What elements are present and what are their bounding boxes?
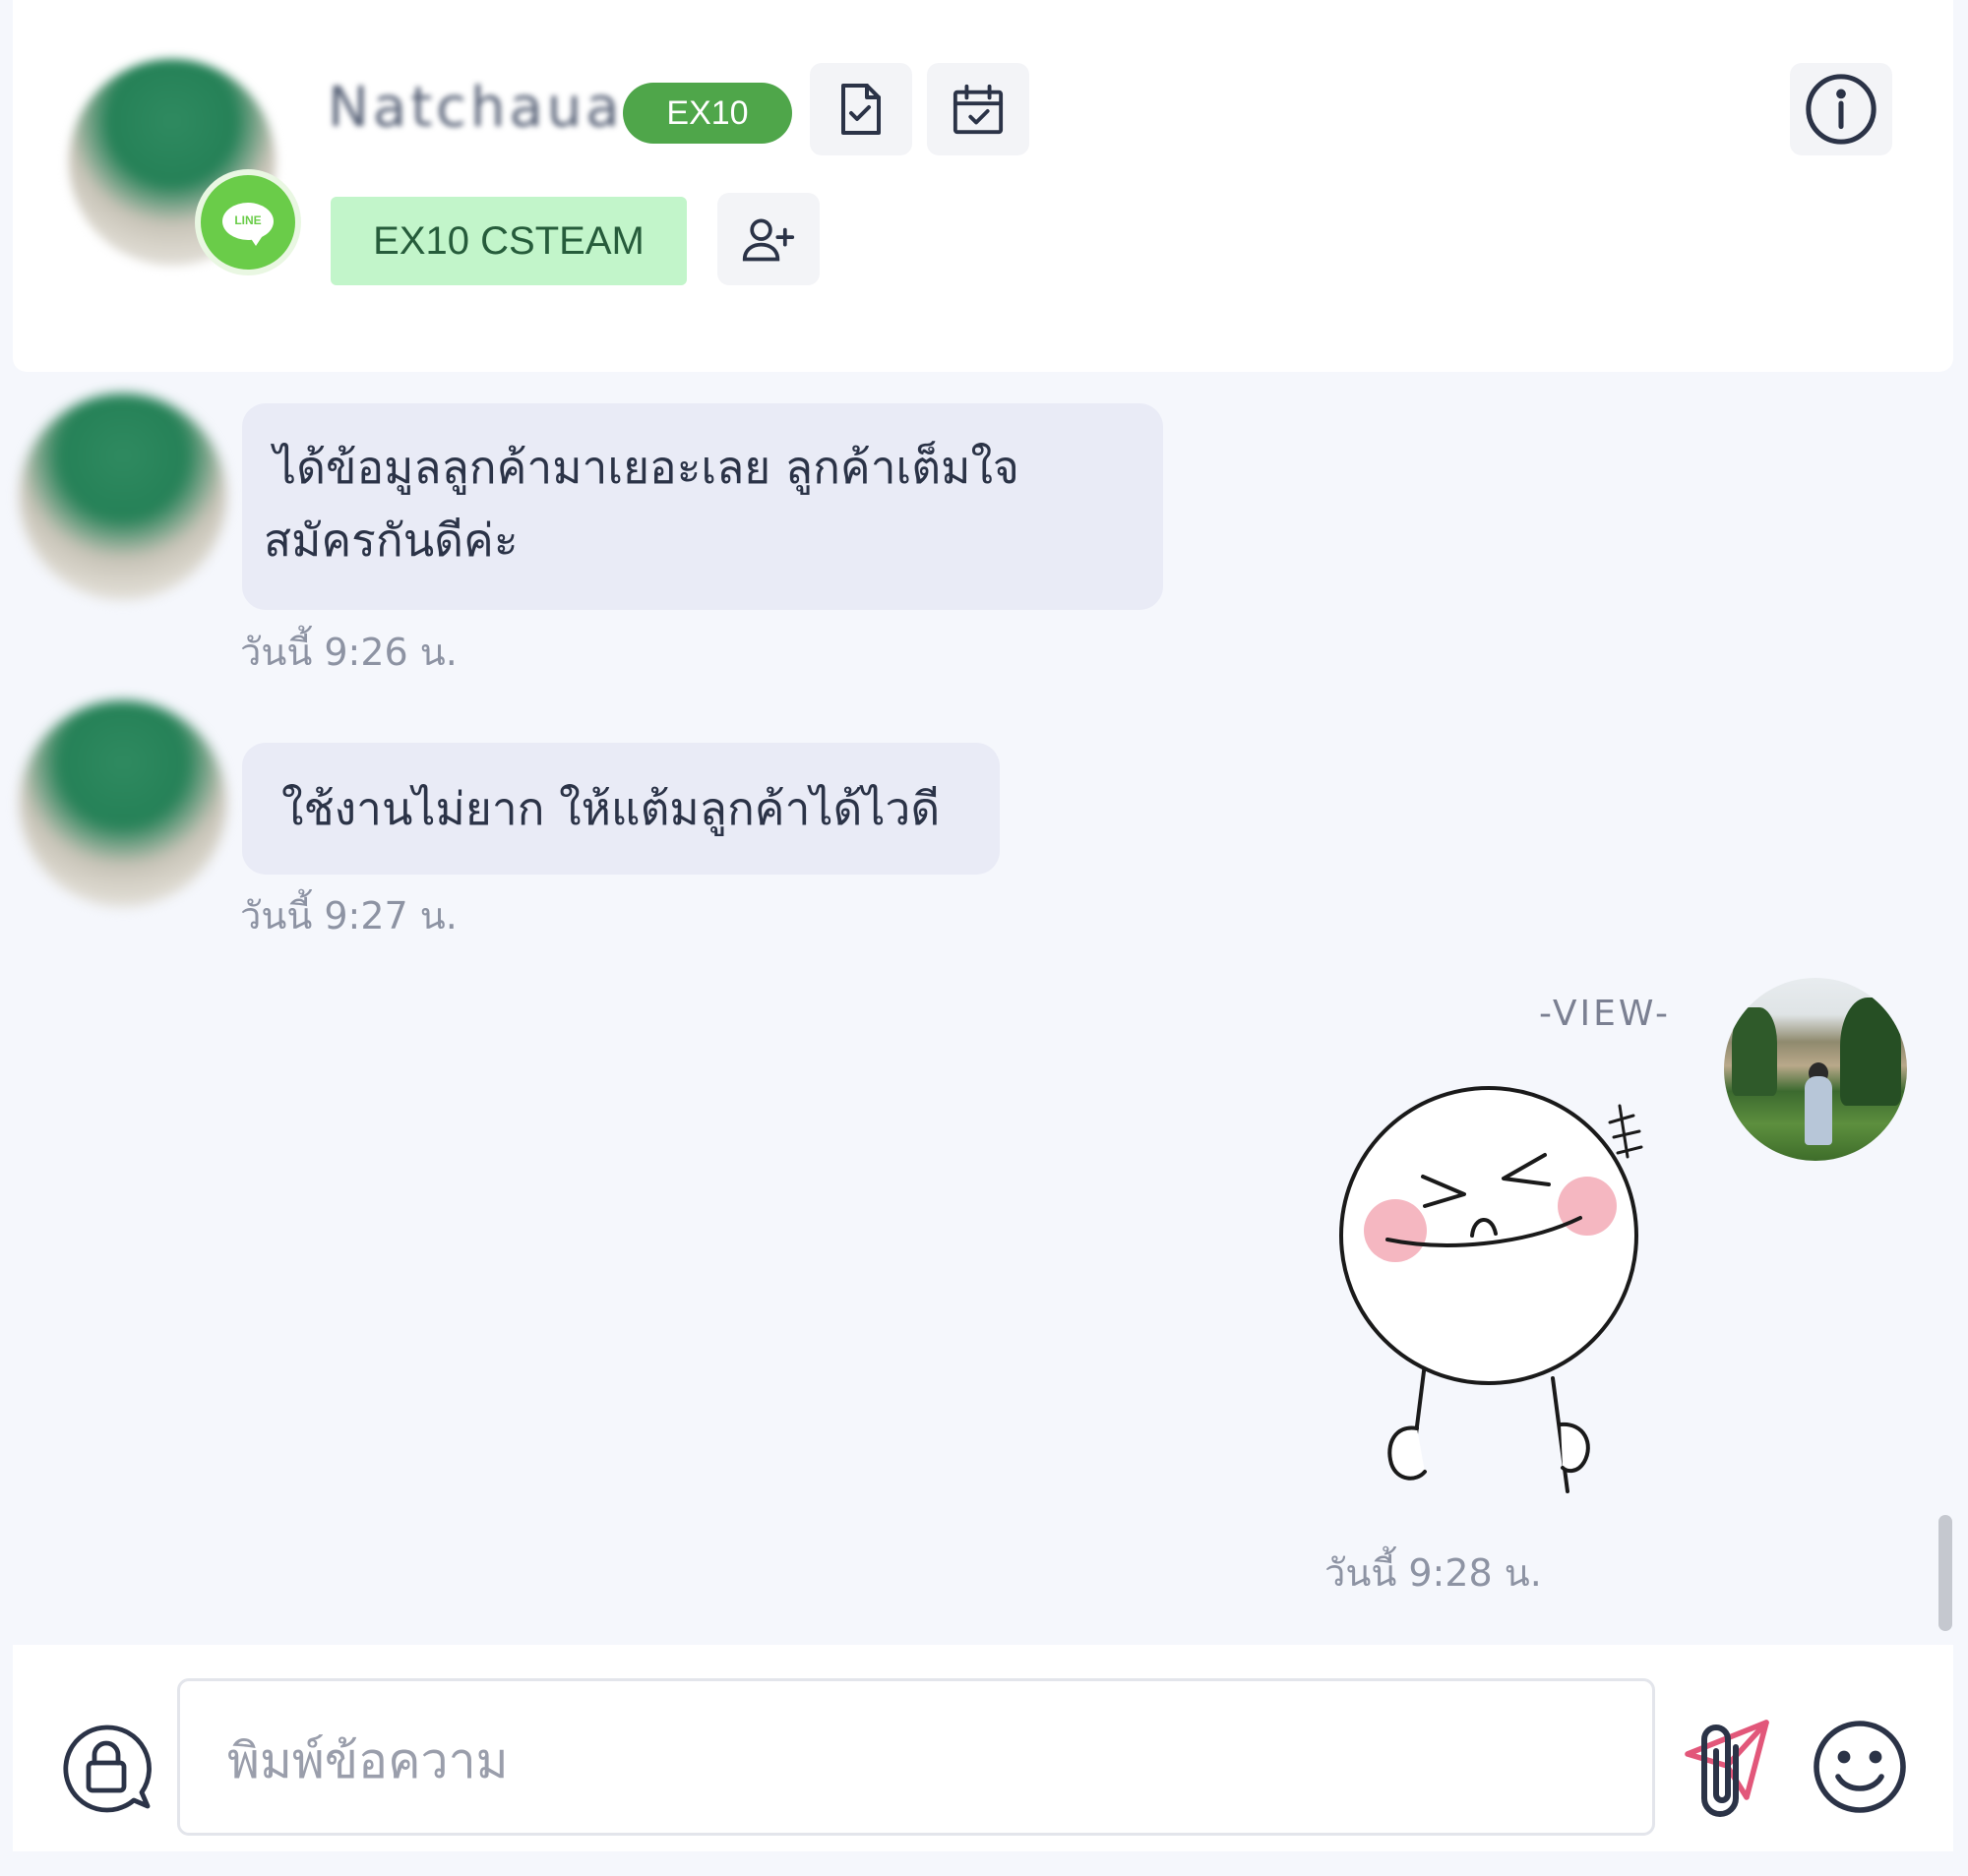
message-bubble: ใช้งานไม่ยาก ให้แต้มลูกค้าได้ไวดี bbox=[242, 743, 1000, 875]
message-timestamp: วันนี้ 9:28 น. bbox=[1324, 1551, 1542, 1595]
sender-name: -VIEW- bbox=[1539, 994, 1671, 1034]
chat-scrollbar[interactable] bbox=[1938, 1515, 1952, 1631]
emoji-button[interactable] bbox=[1809, 1716, 1911, 1818]
chat-window: LINE Natchaua EX10 EX10 CSTEAM ได้ข้อมูล… bbox=[0, 0, 1968, 1876]
message-timestamp: วันนี้ 9:26 น. bbox=[240, 631, 458, 674]
message-input[interactable] bbox=[225, 1721, 1410, 1801]
paperclip-icon bbox=[1701, 1725, 1739, 1817]
sticker-image[interactable] bbox=[1326, 1078, 1681, 1501]
line-channel-label: LINE bbox=[234, 213, 262, 227]
add-user-button[interactable] bbox=[717, 193, 820, 285]
team-tag[interactable]: EX10 CSTEAM bbox=[331, 197, 687, 285]
document-button[interactable] bbox=[810, 63, 912, 155]
tier-badge: EX10 bbox=[623, 83, 792, 144]
chat-header: LINE Natchaua EX10 EX10 CSTEAM bbox=[13, 0, 1953, 372]
message-text-line: สมัครกันดีค่ะ bbox=[264, 514, 519, 567]
lock-chat-icon bbox=[63, 1725, 152, 1813]
calendar-check-icon bbox=[953, 84, 1004, 135]
document-check-icon bbox=[841, 84, 881, 135]
message-timestamp: วันนี้ 9:27 น. bbox=[240, 894, 458, 938]
info-icon bbox=[1806, 74, 1876, 145]
smiley-icon bbox=[1814, 1721, 1906, 1813]
attach-button[interactable] bbox=[1692, 1720, 1752, 1822]
agent-avatar[interactable] bbox=[1724, 978, 1907, 1161]
add-user-icon bbox=[742, 218, 795, 262]
calendar-button[interactable] bbox=[927, 63, 1029, 155]
info-button[interactable] bbox=[1790, 63, 1892, 155]
line-channel-icon: LINE bbox=[195, 169, 301, 275]
message-input-box bbox=[177, 1678, 1769, 1836]
message-text-line: ใช้งานไม่ยาก ให้แต้มลูกค้าได้ไวดี bbox=[281, 782, 941, 835]
sender-avatar[interactable] bbox=[20, 393, 226, 600]
message-text-line: ได้ข้อมูลลูกค้ามาเยอะเลย ลูกค้าเต็มใจ bbox=[274, 441, 1019, 494]
sender-avatar[interactable] bbox=[20, 700, 226, 907]
message-bubble: ได้ข้อมูลลูกค้ามาเยอะเลย ลูกค้าเต็มใจ สม… bbox=[242, 403, 1163, 610]
contact-name: Natchaua bbox=[328, 76, 624, 140]
private-note-button[interactable] bbox=[57, 1720, 155, 1818]
